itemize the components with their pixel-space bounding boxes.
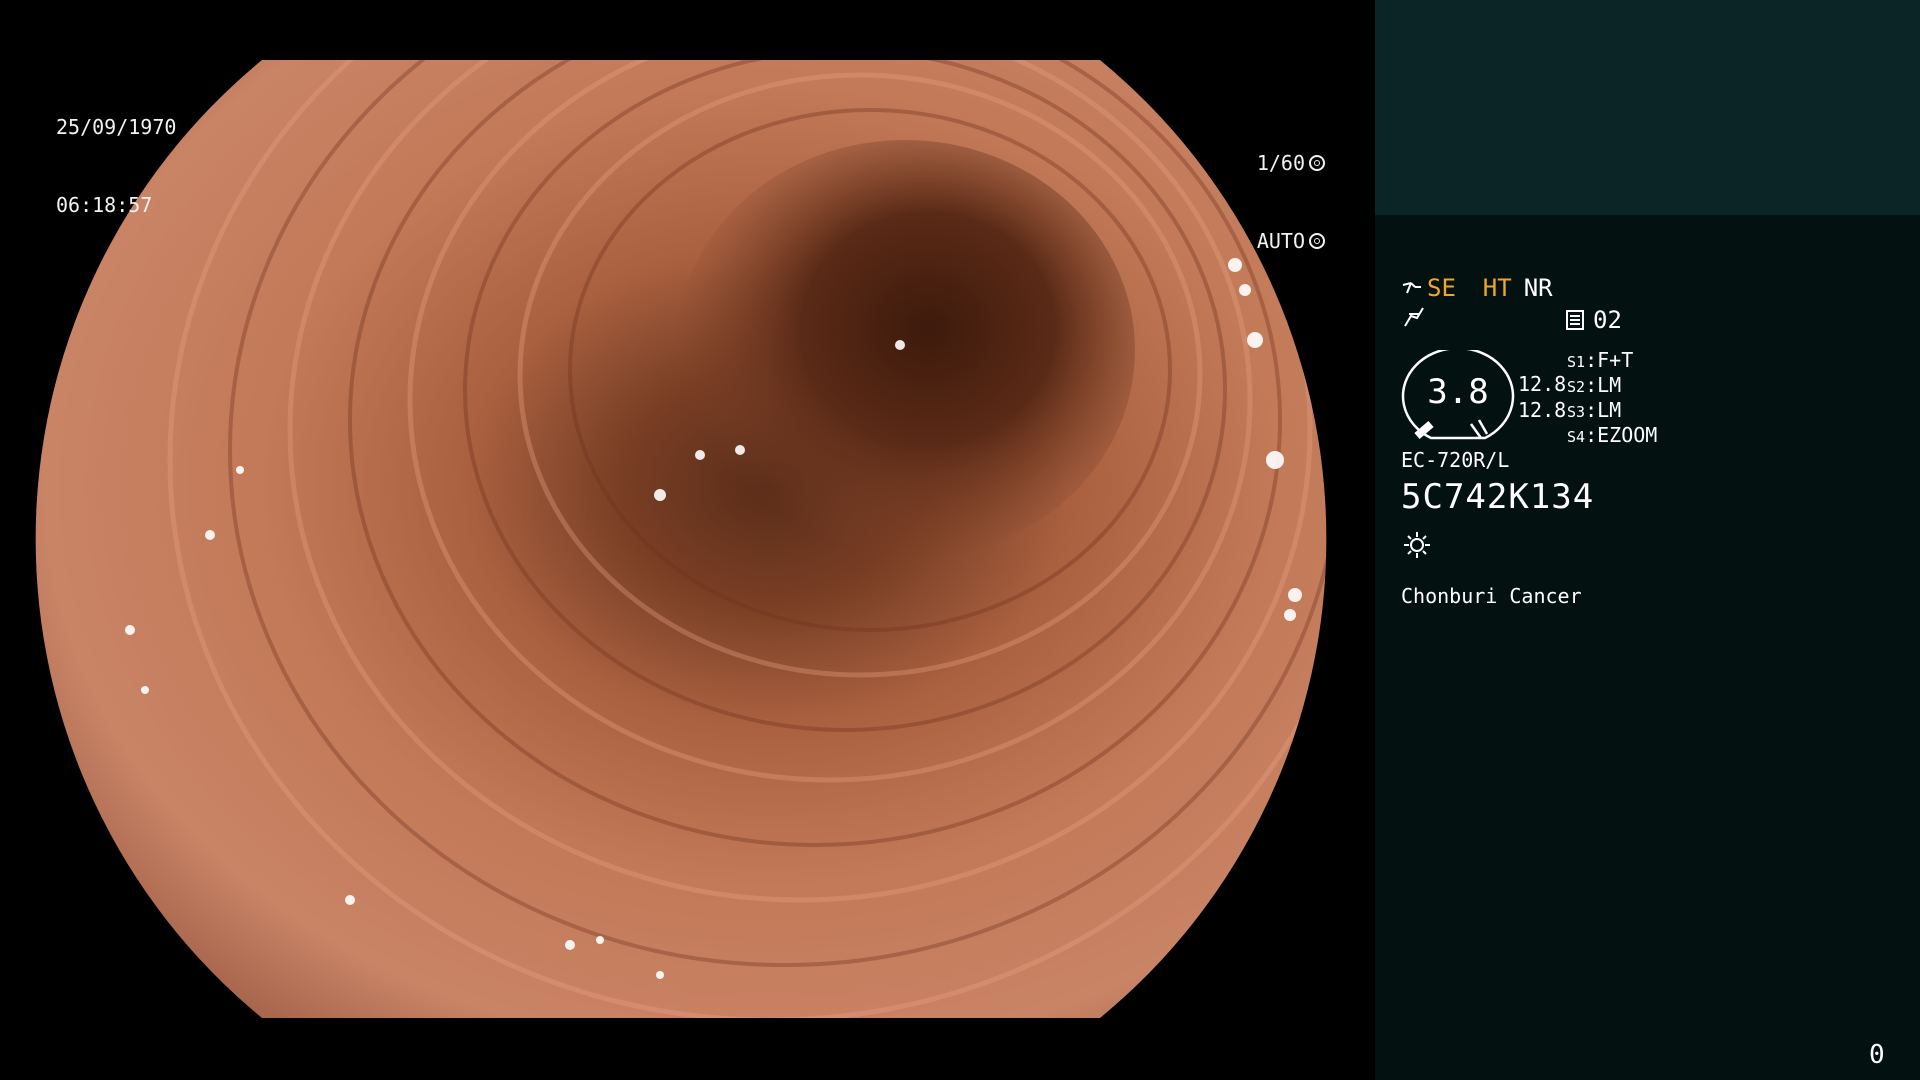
structure-enhance-icon	[1402, 282, 1421, 294]
exposure-info: 1/60 AUTO	[1257, 98, 1325, 306]
scope-serial-label: 5C742K134	[1401, 477, 1595, 517]
switch-row-s2: S2:LM	[1567, 373, 1622, 397]
gauge-value: 3.8	[1427, 372, 1489, 412]
info-panel-header	[1375, 0, 1920, 215]
switch-key: S3	[1567, 403, 1586, 421]
switch-value: LM	[1597, 373, 1622, 397]
shutter-row: 1/60	[1257, 150, 1325, 176]
date-label: 25/09/1970	[56, 115, 177, 139]
switch-row-s3: S3:LM	[1567, 398, 1622, 422]
exposure-icon	[1309, 233, 1325, 249]
memory-row: 02	[1565, 305, 1622, 335]
color-enhance-icon	[1404, 307, 1424, 327]
structure-enhance-row: SE	[1401, 273, 1456, 303]
structure-enhance-label: SE	[1427, 274, 1456, 302]
level-value-1: 12.8	[1518, 372, 1567, 396]
info-panel: HT NR SE 02 3.8 12.8 12.8 S1:F+T S2:LM S3…	[1375, 0, 1920, 1080]
date-time-stamp: 25/09/1970 06:18:57	[56, 62, 176, 270]
endoscopic-image	[35, 60, 1327, 1018]
switch-key: S2	[1567, 378, 1586, 396]
switch-row-s4: S4:EZOOM	[1567, 423, 1658, 447]
switch-key: S4	[1567, 428, 1586, 446]
switch-row-s1: S1:F+T	[1567, 348, 1634, 372]
scope-model-label: EC-720R/L	[1401, 448, 1510, 472]
memory-number: 02	[1593, 306, 1622, 334]
mode-nr-label: NR	[1523, 274, 1553, 302]
endoscope-view: 25/09/1970 06:18:57 1/60 AUTO	[0, 0, 1375, 1080]
institution-label: Chonburi Cancer	[1401, 584, 1582, 608]
switch-value: EZOOM	[1597, 423, 1658, 447]
corner-counter: 0	[1869, 1040, 1885, 1070]
shutter-speed-label: 1/60	[1256, 151, 1305, 175]
time-label: 06:18:57	[56, 193, 153, 217]
exposure-row: AUTO	[1257, 228, 1325, 254]
mode-ht-label: HT	[1482, 274, 1512, 302]
memory-icon	[1566, 310, 1584, 330]
switch-value: LM	[1597, 398, 1622, 422]
scope-circle	[35, 60, 1327, 1018]
switch-key: S1	[1567, 353, 1586, 371]
light-source-icon	[1404, 532, 1430, 558]
exposure-mode-label: AUTO	[1256, 229, 1305, 253]
shutter-icon	[1309, 155, 1325, 171]
switch-value: F+T	[1597, 348, 1634, 372]
level-value-2: 12.8	[1518, 398, 1567, 422]
